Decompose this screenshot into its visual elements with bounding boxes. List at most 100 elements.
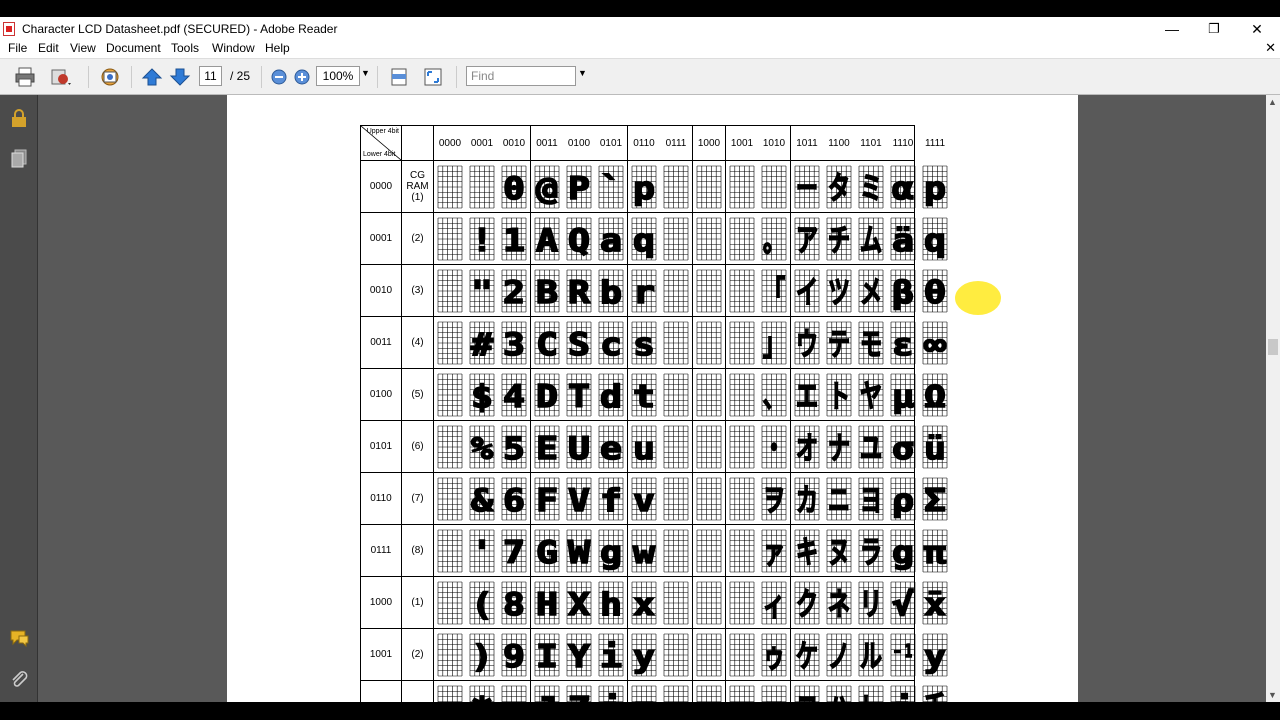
character-cell [434, 265, 466, 316]
menu-document[interactable]: Document [106, 41, 161, 55]
character-cell: ヲ [758, 473, 790, 524]
character-glyph-text: Σ [924, 483, 946, 519]
find-input[interactable]: Find [466, 66, 576, 86]
cg-ram-column-header [402, 126, 434, 160]
character-glyph: s [631, 321, 657, 364]
fit-width-icon[interactable] [388, 67, 410, 87]
character-glyph: θ [922, 269, 948, 312]
zoom-dropdown-icon[interactable]: ▼ [361, 68, 370, 78]
empty-character-cell [761, 165, 787, 208]
character-cell [660, 629, 692, 680]
lock-icon[interactable] [9, 108, 29, 128]
character-glyph: w [631, 529, 657, 572]
scroll-thumb[interactable] [1268, 339, 1278, 355]
character-cell [758, 161, 790, 212]
close-button[interactable]: ✕ [1237, 19, 1277, 39]
cursor-highlight [955, 281, 1001, 315]
corner-upper-label: Upper 4bit [366, 128, 399, 135]
character-glyph: ク [794, 581, 820, 624]
find-dropdown-icon[interactable]: ▼ [578, 68, 587, 78]
character-glyph: i [598, 633, 624, 676]
character-cell: ) [466, 629, 498, 680]
comments-icon[interactable] [9, 628, 29, 648]
next-page-icon[interactable] [169, 67, 191, 87]
toolbar-separator [456, 66, 457, 88]
character-cell: ウ [790, 317, 823, 368]
table-row: 1001 (2)) 9 I Yi y ゥケノル ⁻¹ y [361, 629, 948, 681]
zoom-out-icon[interactable] [268, 67, 290, 87]
menu-help[interactable]: Help [265, 41, 290, 55]
cg-ram-label: CG RAM (1) [402, 161, 434, 212]
character-cell: ゥ [758, 629, 790, 680]
attachment-icon[interactable] [9, 669, 29, 689]
character-glyph: ヌ [826, 529, 852, 572]
character-glyph: * [469, 685, 495, 702]
cg-ram-label: (8) [402, 525, 434, 576]
empty-character-cell [663, 217, 689, 260]
character-cell [660, 577, 692, 628]
pages-icon[interactable] [9, 148, 29, 168]
character-glyph-text: α [892, 171, 914, 207]
zoom-level-field[interactable]: 100% [316, 66, 360, 86]
character-glyph-text: ヤ [860, 379, 882, 415]
character-glyph-text: ミ [860, 171, 882, 207]
page-number-input[interactable]: 11 [199, 66, 222, 86]
character-glyph-text: U [568, 431, 590, 467]
scroll-down-icon[interactable]: ▼ [1268, 690, 1277, 700]
character-cell: q [627, 213, 660, 264]
character-cell: Y [563, 629, 595, 680]
empty-character-cell [663, 581, 689, 624]
scroll-up-icon[interactable]: ▲ [1268, 97, 1277, 107]
character-glyph: 9 [501, 633, 527, 676]
character-glyph: 4 [501, 373, 527, 416]
collaborate-icon[interactable] [99, 67, 121, 87]
character-cell: ' [466, 525, 498, 576]
character-cell: H [530, 577, 563, 628]
character-glyph: 8 [501, 581, 527, 624]
document-viewer[interactable]: Upper 4bit Lower 4bit 0000 0001 0010 0011 0100… [38, 95, 1266, 702]
character-cell: ラ [855, 525, 887, 576]
menu-edit[interactable]: Edit [38, 41, 59, 55]
minimize-button[interactable]: — [1152, 19, 1192, 39]
toolbar-separator [88, 66, 89, 88]
upper-bit-header: 1011 [790, 126, 823, 160]
zoom-in-icon[interactable] [291, 67, 313, 87]
share-icon[interactable] [50, 67, 72, 87]
character-glyph: ⁻¹ [890, 633, 916, 676]
character-glyph: ツ [826, 269, 852, 312]
restore-button[interactable]: ❐ [1194, 19, 1234, 39]
empty-character-cell [729, 633, 755, 676]
character-cell [434, 629, 466, 680]
character-glyph: W [566, 529, 592, 572]
document-close-button[interactable]: ✕ [1265, 40, 1276, 56]
empty-character-cell [437, 321, 463, 364]
menu-file[interactable]: File [8, 41, 27, 55]
character-glyph-text: ケ [796, 639, 818, 675]
character-cell: ェ [758, 681, 790, 702]
character-cell: a [595, 213, 627, 264]
character-glyph-text: Ω [924, 379, 946, 415]
character-glyph-text: z [633, 691, 655, 703]
character-glyph: q [922, 217, 948, 260]
character-cell: @ [530, 161, 563, 212]
empty-character-cell [437, 425, 463, 468]
vertical-scrollbar[interactable]: ▲ ▼ [1266, 95, 1280, 702]
table-row: 0111 (8) ' 7 G Wg w ァキヌラ g π [361, 525, 948, 577]
character-glyph: @ [534, 165, 560, 208]
fit-page-icon[interactable] [422, 67, 444, 87]
character-cell: D [530, 369, 563, 420]
character-glyph: ) [469, 633, 495, 676]
print-icon[interactable] [14, 67, 36, 87]
menu-view[interactable]: View [70, 41, 96, 55]
empty-character-cell [696, 373, 722, 416]
character-cell: ハ [823, 681, 855, 702]
menu-window[interactable]: Window [212, 41, 255, 55]
character-glyph-text: f [600, 483, 622, 519]
character-cell: & [466, 473, 498, 524]
empty-character-cell [696, 425, 722, 468]
menu-tools[interactable]: Tools [171, 41, 199, 55]
character-cell: イ [790, 265, 823, 316]
empty-character-cell [696, 269, 722, 312]
character-glyph: α [890, 165, 916, 208]
previous-page-icon[interactable] [141, 67, 163, 87]
